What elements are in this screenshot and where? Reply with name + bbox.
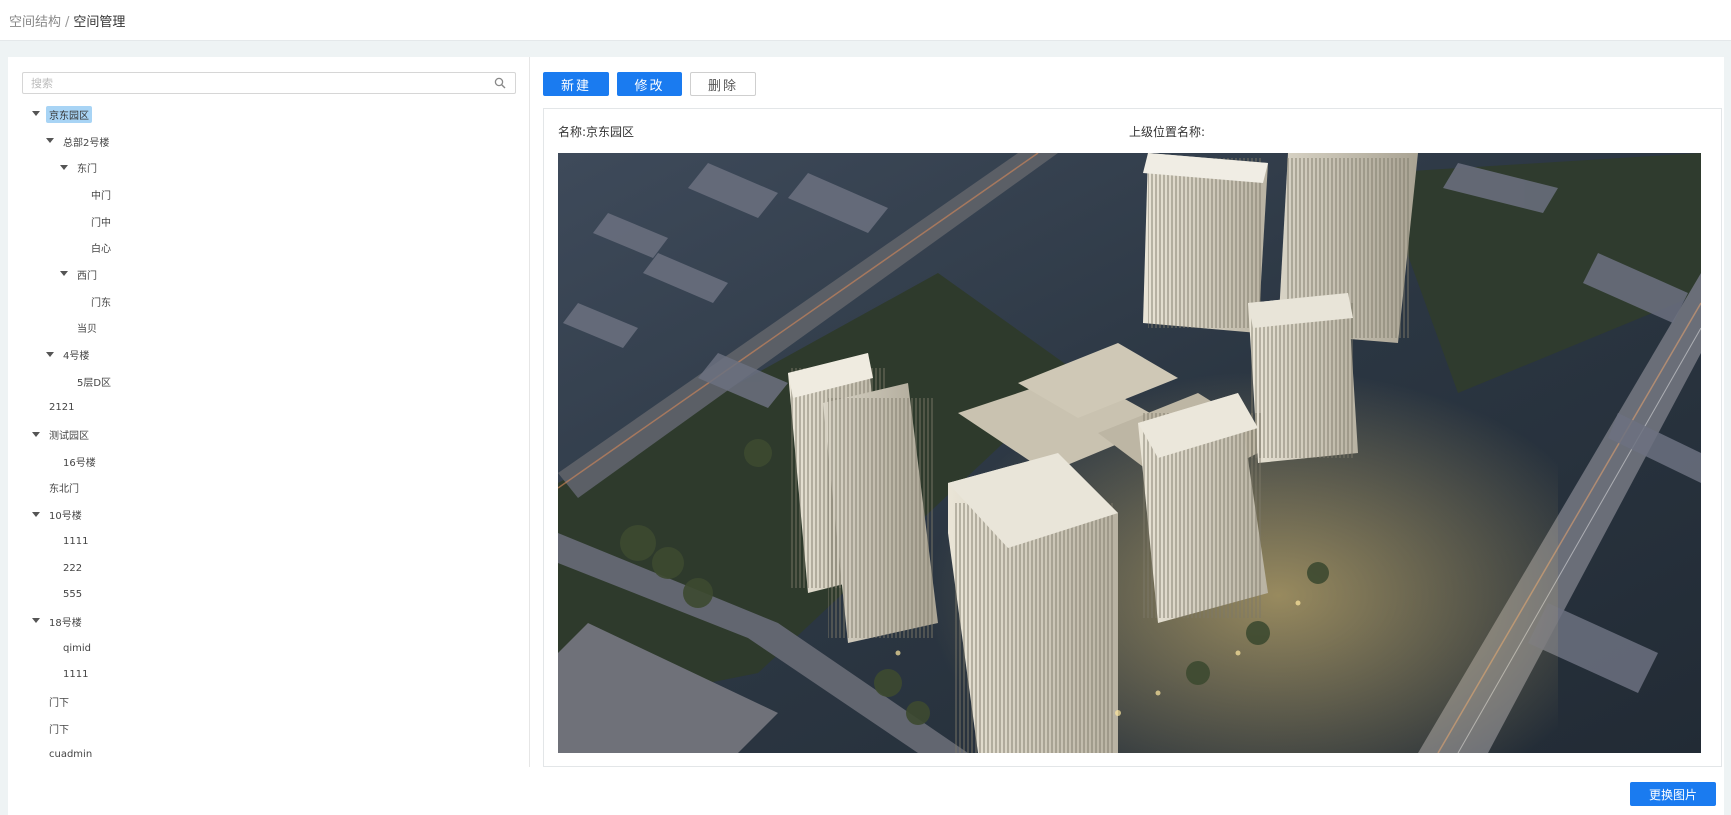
tree-node[interactable]: 白心 xyxy=(22,234,522,261)
search-box[interactable] xyxy=(22,72,516,94)
tree-node[interactable]: 16号楼 xyxy=(22,448,522,475)
caret-spacer xyxy=(30,695,42,707)
delete-button[interactable]: 删除 xyxy=(690,72,756,96)
tree-node-label[interactable]: 1111 xyxy=(60,535,91,548)
caret-spacer xyxy=(44,535,56,547)
detail-panel: 名称:京东园区 上级位置名称: xyxy=(543,108,1722,767)
search-icon[interactable] xyxy=(494,77,506,89)
caret-spacer xyxy=(44,455,56,467)
breadcrumb-parent[interactable]: 空间结构 xyxy=(9,15,61,30)
tree-node[interactable]: 门东 xyxy=(22,288,522,315)
caret-spacer xyxy=(58,322,70,334)
caret-spacer xyxy=(44,669,56,681)
caret-down-icon[interactable] xyxy=(30,615,42,627)
tree-node[interactable]: 10号楼 xyxy=(22,501,522,528)
tree-node[interactable]: 总部2号楼 xyxy=(22,128,522,155)
caret-spacer xyxy=(30,482,42,494)
breadcrumb-current: 空间管理 xyxy=(73,15,126,30)
caret-down-icon[interactable] xyxy=(30,429,42,441)
search-input[interactable] xyxy=(23,73,493,93)
breadcrumb: 空间结构 / 空间管理 xyxy=(9,11,125,30)
tree-node-label[interactable]: 东门 xyxy=(74,159,100,176)
caret-spacer xyxy=(72,215,84,227)
caret-down-icon[interactable] xyxy=(44,349,56,361)
tree-node-label[interactable]: 门下 xyxy=(46,693,72,710)
caret-spacer xyxy=(44,589,56,601)
tree-node[interactable]: 京东园区 xyxy=(22,101,522,128)
caret-spacer xyxy=(44,642,56,654)
caret-down-icon[interactable] xyxy=(58,268,70,280)
tree-node-label[interactable]: 18号楼 xyxy=(46,613,85,630)
caret-spacer xyxy=(58,375,70,387)
top-bar: 空间结构 / 空间管理 xyxy=(0,0,1731,41)
tree-node[interactable]: 1111 xyxy=(22,661,522,688)
tree-node-label[interactable]: cuadmin xyxy=(46,748,95,761)
name-field: 名称:京东园区 xyxy=(558,123,634,140)
tree-node[interactable]: 门下 xyxy=(22,688,522,715)
tree-node-label[interactable]: 当贝 xyxy=(74,319,100,336)
tree-node-label[interactable]: 1111 xyxy=(60,668,91,681)
main-panel: 京东园区总部2号楼东门中门门中白心西门门东当贝 4号楼 5层D区 2121 测试园区 16… xyxy=(8,57,1724,815)
tree-node-label[interactable]: 测试园区 xyxy=(46,426,92,443)
toolbar: 新建 修改 删除 xyxy=(543,72,756,96)
tree-node[interactable]: qimid xyxy=(22,635,522,662)
caret-spacer xyxy=(30,749,42,761)
caret-spacer xyxy=(30,402,42,414)
tree-node[interactable]: 18号楼 xyxy=(22,608,522,635)
caret-spacer xyxy=(72,242,84,254)
tree-node[interactable]: 门中 xyxy=(22,208,522,235)
caret-down-icon[interactable] xyxy=(30,108,42,120)
tree-node-label[interactable]: 222 xyxy=(60,562,85,575)
tree-node-label[interactable]: 4号楼 xyxy=(60,346,92,363)
tree-node-label[interactable]: 西门 xyxy=(74,266,100,283)
tree-node-label[interactable]: 门中 xyxy=(88,213,114,230)
tree-panel: 京东园区总部2号楼东门中门门中白心西门门东当贝 4号楼 5层D区 2121 测试园区 16… xyxy=(8,57,530,767)
caret-down-icon[interactable] xyxy=(30,509,42,521)
tree-node-label[interactable]: 16号楼 xyxy=(60,453,99,470)
tree-node[interactable]: 测试园区 xyxy=(22,421,522,448)
edit-button[interactable]: 修改 xyxy=(617,72,682,96)
caret-spacer xyxy=(44,562,56,574)
tree-node-label[interactable]: 门东 xyxy=(88,293,114,310)
tree-node[interactable]: 门下 xyxy=(22,715,522,742)
caret-down-icon[interactable] xyxy=(44,135,56,147)
parent-label: 上级位置名称: xyxy=(1129,125,1206,139)
tree-node[interactable]: 东北门 xyxy=(22,475,522,502)
tree-node-label[interactable]: 10号楼 xyxy=(46,506,85,523)
new-button[interactable]: 新建 xyxy=(543,72,609,96)
tree-node-label[interactable]: 京东园区 xyxy=(46,105,92,123)
tree-node-label[interactable]: 白心 xyxy=(88,239,114,256)
tree-node-label[interactable]: 2121 xyxy=(46,401,77,414)
caret-down-icon[interactable] xyxy=(58,162,70,174)
name-label: 名称: xyxy=(558,125,587,139)
tree-node-label[interactable]: 555 xyxy=(60,588,85,601)
tree-node[interactable]: 4号楼 xyxy=(22,341,522,368)
tree-node[interactable]: 中门 xyxy=(22,181,522,208)
tree-node-label[interactable]: 总部2号楼 xyxy=(60,133,112,150)
tree-node-label[interactable]: 中门 xyxy=(88,186,114,203)
tree-node[interactable]: 555 xyxy=(22,581,522,608)
caret-spacer xyxy=(72,188,84,200)
location-tree: 京东园区总部2号楼东门中门门中白心西门门东当贝 4号楼 5层D区 2121 测试园区 16… xyxy=(22,101,522,768)
caret-spacer xyxy=(72,295,84,307)
tree-node-label[interactable]: 5层D区 xyxy=(74,373,114,390)
tree-node-label[interactable]: 门下 xyxy=(46,720,72,737)
parent-field: 上级位置名称: xyxy=(1129,123,1205,140)
tree-node-label[interactable]: 东北门 xyxy=(46,479,82,496)
name-value: 京东园区 xyxy=(586,125,635,139)
tree-node[interactable]: 1111 xyxy=(22,528,522,555)
tree-node[interactable]: 222 xyxy=(22,555,522,582)
tree-node[interactable]: 2121 xyxy=(22,395,522,422)
tree-node[interactable]: 5层D区 xyxy=(22,368,522,395)
tree-node-label[interactable]: qimid xyxy=(60,642,94,655)
tree-node[interactable]: cuadmin xyxy=(22,742,522,769)
tree-node[interactable]: 当贝 xyxy=(22,315,522,342)
breadcrumb-separator: / xyxy=(65,15,70,30)
change-image-button[interactable]: 更换图片 xyxy=(1630,782,1716,806)
tree-node[interactable]: 东门 xyxy=(22,154,522,181)
tree-node[interactable]: 西门 xyxy=(22,261,522,288)
caret-spacer xyxy=(30,722,42,734)
aerial-photo-illustration xyxy=(558,153,1701,753)
location-image xyxy=(558,153,1701,753)
